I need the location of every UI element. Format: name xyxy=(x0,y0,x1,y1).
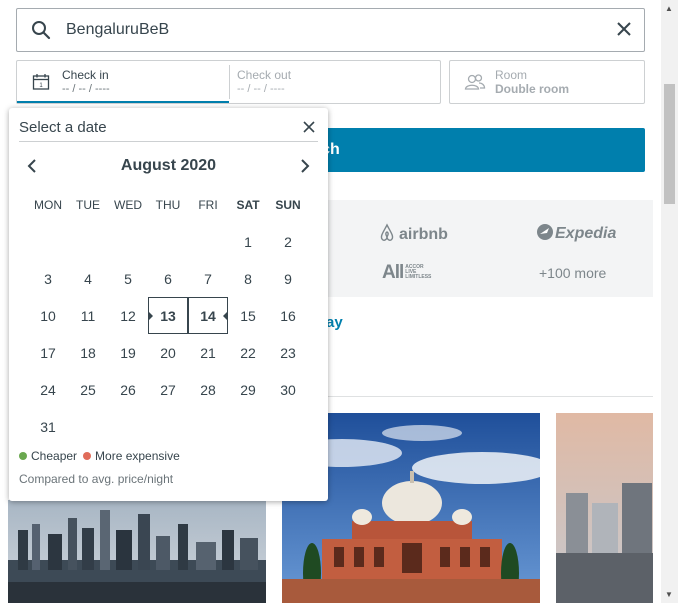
scroll-up-arrow-icon[interactable]: ▲ xyxy=(665,4,673,13)
calendar-grid: MON TUE WED THU FRI SAT SUN 1 2 3 4 5 6 7 8 9 10 11 12 13 1… xyxy=(28,186,308,445)
calendar-day[interactable]: 11 xyxy=(68,297,108,334)
expensive-dot-icon xyxy=(83,452,92,460)
calendar-day[interactable]: 31 xyxy=(28,408,68,445)
accor-all-logo: All ACCOR LIVE LIMITLESS xyxy=(382,262,432,283)
clear-search-icon[interactable] xyxy=(616,21,632,42)
search-input[interactable]: BengaluruBeB xyxy=(66,21,169,39)
calendar-day[interactable]: 5 xyxy=(108,260,148,297)
calendar-day[interactable]: 23 xyxy=(268,334,308,371)
calendar-empty-cell xyxy=(28,223,68,260)
svg-text:1: 1 xyxy=(39,83,43,89)
calendar-day[interactable]: 14 xyxy=(188,297,228,334)
city-photo-mumbai[interactable] xyxy=(8,500,266,603)
weekday-thu: THU xyxy=(155,197,181,212)
city-photo-third[interactable] xyxy=(556,413,653,603)
weekday-fri: FRI xyxy=(198,197,218,212)
title-divider xyxy=(19,141,318,142)
weekday-tue: TUE xyxy=(76,197,100,212)
price-legend: Cheaper More expensive xyxy=(19,449,186,463)
calendar-day[interactable]: 29 xyxy=(228,371,268,408)
section-heading-fragment[interactable]: ay xyxy=(326,314,343,331)
weekday-mon: MON xyxy=(34,197,62,212)
calendar-week: 31 xyxy=(28,408,308,445)
calendar-day[interactable]: 20 xyxy=(148,334,188,371)
room-field[interactable]: Room Double room xyxy=(449,60,645,104)
calendar-day[interactable]: 30 xyxy=(268,371,308,408)
weekday-wed: WED xyxy=(114,197,142,212)
calendar-day[interactable]: 12 xyxy=(108,297,148,334)
calendar-empty-cell xyxy=(108,223,148,260)
check-out-value: -- / -- / ---- xyxy=(237,83,285,95)
calendar-empty-cell xyxy=(148,223,188,260)
calendar-icon: 1 xyxy=(32,73,50,96)
calendar-day[interactable]: 8 xyxy=(228,260,268,297)
calendar-day[interactable]: 26 xyxy=(108,371,148,408)
month-title: August 2020 xyxy=(120,157,217,174)
room-value: Double room xyxy=(495,82,569,96)
calendar-day[interactable]: 4 xyxy=(68,260,108,297)
calendar-empty-cell xyxy=(188,408,228,445)
calendar-day[interactable]: 2 xyxy=(268,223,308,260)
calendar-day[interactable]: 27 xyxy=(148,371,188,408)
calendar-day[interactable]: 22 xyxy=(228,334,268,371)
check-in-label: Check in xyxy=(62,68,109,82)
page-scrollbar[interactable]: ▲ ▼ xyxy=(661,0,678,603)
calendar-day[interactable]: 7 xyxy=(188,260,228,297)
date-picker-popup: Select a date August 2020 MON TUE WED THU FR… xyxy=(9,108,328,501)
check-in-value: -- / -- / ---- xyxy=(62,83,110,95)
calendar-empty-cell xyxy=(268,408,308,445)
calendar-day[interactable]: 21 xyxy=(188,334,228,371)
date-range-field: 1 Check in -- / -- / ---- Check out -- /… xyxy=(16,60,441,104)
calendar-week: 12 xyxy=(28,223,308,260)
legend-cheaper: Cheaper xyxy=(31,449,78,463)
next-month-icon[interactable] xyxy=(299,159,311,178)
calendar-empty-cell xyxy=(68,223,108,260)
calendar-empty-cell xyxy=(108,408,148,445)
calendar-day[interactable]: 9 xyxy=(268,260,308,297)
scrollbar-thumb[interactable] xyxy=(664,84,675,204)
calendar-week: 17 18 19 20 21 22 23 xyxy=(28,334,308,371)
calendar-day[interactable]: 6 xyxy=(148,260,188,297)
calendar-day[interactable]: 17 xyxy=(28,334,68,371)
partner-logos: airbnb Expedia All ACCOR LIVE LIMITLESS +… xyxy=(326,200,653,297)
calendar-day[interactable]: 28 xyxy=(188,371,228,408)
calendar-day[interactable]: 24 xyxy=(28,371,68,408)
cheaper-dot-icon xyxy=(19,452,27,460)
legend-expensive: More expensive xyxy=(95,449,180,463)
calendar-day[interactable]: 19 xyxy=(108,334,148,371)
section-divider xyxy=(326,396,653,397)
scroll-down-arrow-icon[interactable]: ▼ xyxy=(665,590,673,599)
close-icon[interactable] xyxy=(303,120,315,138)
calendar-week: 3456789 xyxy=(28,260,308,297)
calendar-empty-cell xyxy=(148,408,188,445)
date-picker-title: Select a date xyxy=(19,119,107,136)
calendar-empty-cell xyxy=(188,223,228,260)
weekday-header: MON TUE WED THU FRI SAT SUN xyxy=(28,186,308,223)
guests-icon xyxy=(464,73,486,96)
search-icon xyxy=(31,20,51,45)
calendar-day[interactable]: 15 xyxy=(228,297,268,334)
calendar-day[interactable]: 25 xyxy=(68,371,108,408)
weekday-sun: SUN xyxy=(275,197,301,212)
calendar-week: 24 25 26 27 28 29 30 xyxy=(28,371,308,408)
calendar-day[interactable]: 16 xyxy=(268,297,308,334)
field-divider xyxy=(229,65,230,99)
calendar-day[interactable]: 13 xyxy=(148,297,188,334)
calendar-empty-cell xyxy=(228,408,268,445)
calendar-day[interactable]: 3 xyxy=(28,260,68,297)
search-bar[interactable]: BengaluruBeB xyxy=(16,8,645,52)
check-out-label: Check out xyxy=(237,68,292,82)
calendar-empty-cell xyxy=(68,408,108,445)
expedia-logo: Expedia xyxy=(536,223,616,243)
airbnb-logo: airbnb xyxy=(378,223,448,244)
room-label: Room xyxy=(495,68,528,82)
calendar-day[interactable]: 10 xyxy=(28,297,68,334)
compare-note: Compared to avg. price/night xyxy=(19,472,174,486)
calendar-day[interactable]: 1 xyxy=(228,223,268,260)
calendar-day[interactable]: 18 xyxy=(68,334,108,371)
check-in-field[interactable]: 1 Check in -- / -- / ---- xyxy=(17,61,229,103)
calendar-week: 10 11 12 13 14 15 16 xyxy=(28,297,308,334)
more-partners-text: +100 more xyxy=(539,265,607,281)
weekday-sat: SAT xyxy=(236,197,260,212)
